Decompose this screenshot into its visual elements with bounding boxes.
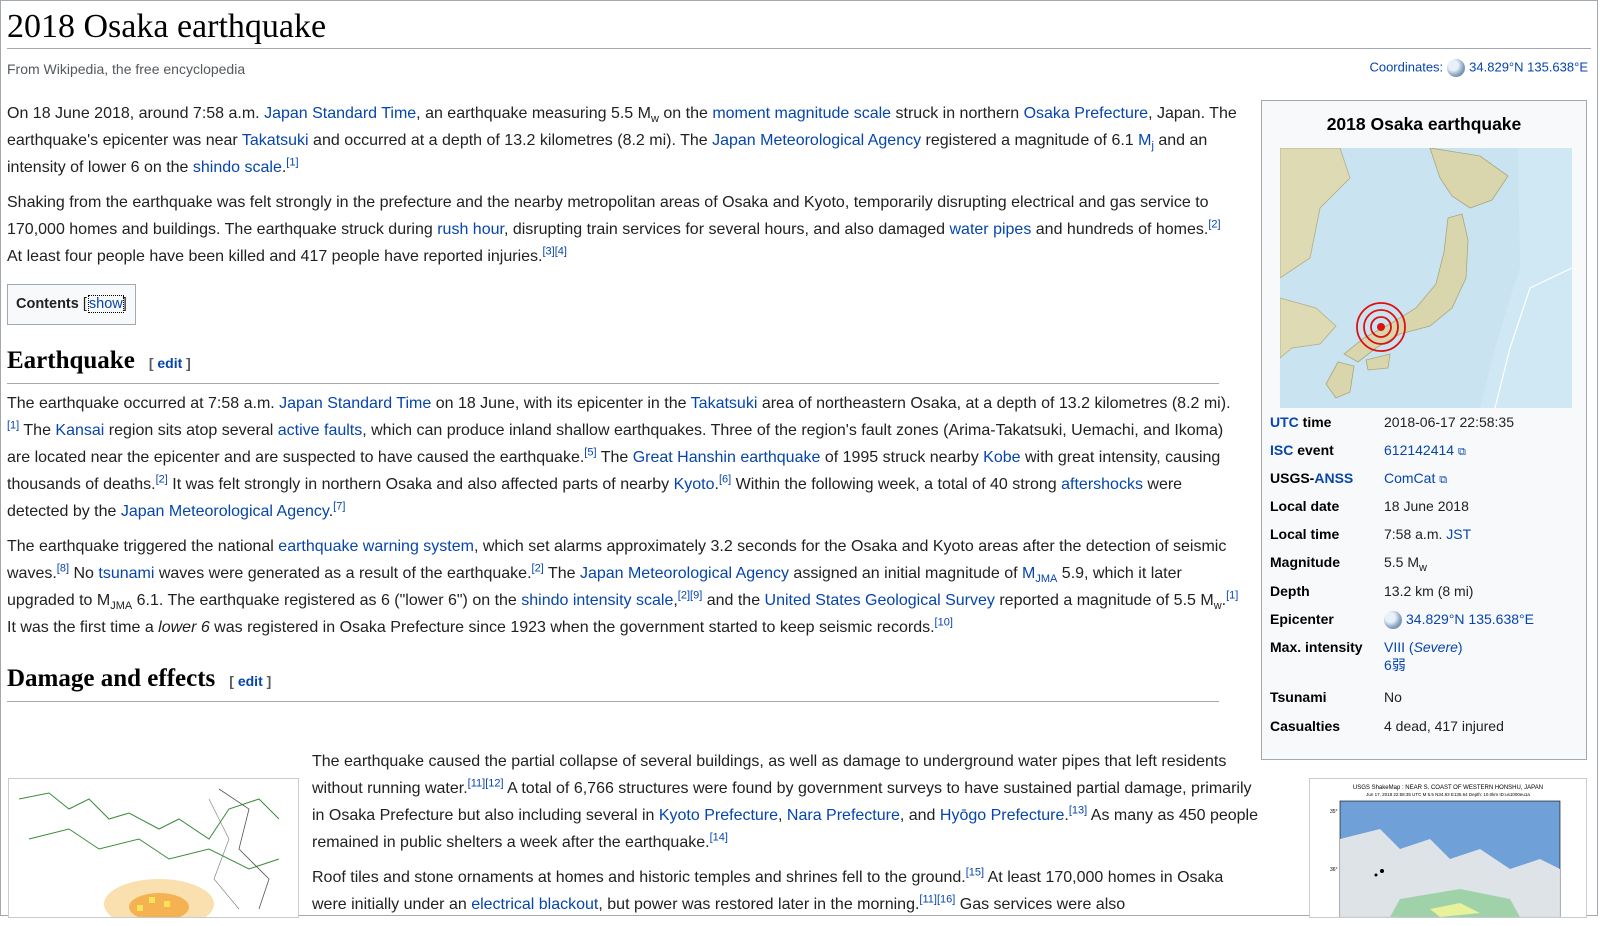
- link-rush-hour[interactable]: rush hour: [437, 221, 504, 238]
- ref-link[interactable]: [1]: [1226, 590, 1238, 602]
- section-edit-link: [ edit ]: [148, 355, 191, 371]
- link-shindo-scale[interactable]: shindo scale: [193, 159, 282, 176]
- shakemap-thumbnail[interactable]: USGS ShakeMap : NEAR S. COAST OF WESTERN…: [1309, 778, 1587, 918]
- ref-link[interactable]: [16]: [937, 894, 955, 906]
- link-shindo-intensity-scale[interactable]: shindo intensity scale: [521, 592, 673, 609]
- anss-link[interactable]: ANSS: [1314, 470, 1353, 486]
- shakemap-lat-label: 35°: [1330, 809, 1338, 815]
- isc-link[interactable]: ISC: [1270, 442, 1293, 458]
- shindo-link[interactable]: 6弱: [1384, 657, 1406, 673]
- link-osaka-prefecture[interactable]: Osaka Prefecture: [1024, 105, 1149, 122]
- ref-link[interactable]: [2]: [156, 474, 168, 486]
- section-edit-link: [ edit ]: [229, 673, 272, 689]
- coordinates-link[interactable]: 34.829°N 135.638°E: [1469, 59, 1588, 74]
- section-heading-damage: Damage and effects[ edit ]: [7, 663, 1219, 702]
- isc-event-link[interactable]: 612142414: [1384, 442, 1454, 458]
- intensity-map-image: [9, 779, 298, 926]
- globe-icon[interactable]: [1384, 611, 1402, 630]
- utc-link[interactable]: UTC: [1270, 414, 1299, 430]
- table-of-contents: Contents [show]: [7, 284, 136, 325]
- ref-link[interactable]: [2]: [678, 590, 690, 602]
- ref-link[interactable]: [14]: [710, 832, 728, 844]
- link-usgs[interactable]: United States Geological Survey: [765, 592, 995, 609]
- shakemap-header: USGS ShakeMap : NEAR S. COAST OF WESTERN…: [1353, 785, 1543, 791]
- coordinates: Coordinates: 34.829°N 135.638°E: [1369, 59, 1588, 77]
- ref-link[interactable]: [12]: [485, 778, 503, 790]
- infobox-title: 2018 Osaka earthquake: [1326, 114, 1522, 134]
- link-kansai[interactable]: Kansai: [55, 422, 104, 439]
- link-water-pipes[interactable]: water pipes: [950, 221, 1032, 238]
- shakemap-image: USGS ShakeMap : NEAR S. COAST OF WESTERN…: [1310, 779, 1586, 918]
- toc-show-toggle[interactable]: show: [87, 295, 124, 313]
- link-kobe[interactable]: Kobe: [983, 449, 1020, 466]
- earthquake-paragraph-1: The earthquake occurred at 7:58 a.m. Jap…: [7, 395, 1231, 520]
- damage-text: The earthquake caused the partial collap…: [312, 748, 1262, 926]
- intro-paragraph-2: Shaking from the earthquake was felt str…: [7, 194, 1221, 265]
- ref-link[interactable]: [5]: [584, 447, 596, 459]
- damage-paragraph-1: The earthquake caused the partial collap…: [312, 753, 1258, 851]
- section-heading-earthquake: Earthquake[ edit ]: [7, 345, 1219, 384]
- ref-link[interactable]: [11]: [468, 778, 486, 790]
- ref-link[interactable]: [6]: [719, 474, 731, 486]
- ref-link[interactable]: [13]: [1069, 805, 1087, 817]
- link-moment-magnitude-scale[interactable]: moment magnitude scale: [712, 105, 891, 122]
- link-japan-standard-time[interactable]: Japan Standard Time: [264, 105, 416, 122]
- edit-damage-link[interactable]: edit: [238, 673, 263, 689]
- jst-link[interactable]: JST: [1446, 526, 1471, 542]
- tagline: From Wikipedia, the free encyclopedia: [7, 61, 246, 77]
- link-kyoto[interactable]: Kyoto: [674, 476, 715, 493]
- globe-icon[interactable]: [1447, 59, 1466, 77]
- ref-link[interactable]: [10]: [935, 617, 953, 629]
- coordinates-label[interactable]: Coordinates:: [1369, 59, 1443, 74]
- intensity-map-thumbnail[interactable]: [8, 778, 299, 926]
- toc-title: Contents: [16, 296, 79, 312]
- japan-location-map[interactable]: [1280, 148, 1572, 408]
- link-active-faults[interactable]: active faults: [278, 422, 362, 439]
- title-divider: [7, 48, 1591, 49]
- link-great-hanshin-earthquake[interactable]: Great Hanshin earthquake: [633, 449, 821, 466]
- ref-link[interactable]: [1]: [286, 157, 298, 169]
- link-takatsuki-2[interactable]: Takatsuki: [691, 395, 758, 412]
- external-link-icon: ⧉: [1457, 446, 1466, 458]
- comcat-link[interactable]: ComCat: [1384, 470, 1435, 486]
- ref-link[interactable]: [9]: [690, 590, 702, 602]
- shakemap-lat-label: 36°: [1330, 867, 1338, 873]
- link-kyoto-prefecture[interactable]: Kyoto Prefecture: [659, 807, 778, 824]
- damage-paragraph-2: Roof tiles and stone ornaments at homes …: [312, 866, 1224, 913]
- intro-paragraph-1: On 18 June 2018, around 7:58 a.m. Japan …: [7, 105, 1237, 176]
- link-jma[interactable]: Japan Meteorological Agency: [712, 132, 921, 149]
- article-body: On 18 June 2018, around 7:58 a.m. Japan …: [7, 100, 1239, 702]
- link-electrical-blackout[interactable]: electrical blackout: [471, 896, 598, 913]
- link-aftershocks[interactable]: aftershocks: [1061, 476, 1143, 493]
- link-earthquake-warning-system[interactable]: earthquake warning system: [278, 538, 474, 555]
- ref-link[interactable]: [15]: [966, 867, 984, 879]
- ref-link[interactable]: [8]: [57, 563, 69, 575]
- link-jma-2[interactable]: Japan Meteorological Agency: [121, 503, 329, 520]
- link-hyogo-prefecture[interactable]: Hyōgo Prefecture: [940, 807, 1065, 824]
- ref-link[interactable]: [2]: [1208, 219, 1220, 231]
- mercalli-link[interactable]: VIII (Severe): [1384, 639, 1463, 655]
- link-takatsuki[interactable]: Takatsuki: [242, 132, 309, 149]
- ref-link[interactable]: [1]: [7, 420, 19, 432]
- earthquake-paragraph-2: The earthquake triggered the national ea…: [7, 538, 1239, 636]
- link-nara-prefecture[interactable]: Nara Prefecture: [787, 807, 900, 824]
- ref-link[interactable]: [4]: [555, 246, 567, 258]
- edit-earthquake-link[interactable]: edit: [157, 355, 182, 371]
- external-link-icon: ⧉: [1439, 474, 1448, 486]
- link-mj[interactable]: Mj: [1138, 132, 1154, 152]
- infobox: 2018 Osaka earthquake UTC time 2018-06-17…: [1261, 100, 1587, 760]
- page-title: 2018 Osaka earthquake: [7, 8, 327, 45]
- ref-link[interactable]: [2]: [532, 563, 544, 575]
- link-jma-3[interactable]: Japan Meteorological Agency: [580, 565, 789, 582]
- link-tsunami[interactable]: tsunami: [98, 565, 154, 582]
- link-mjma[interactable]: MJMA: [1022, 565, 1057, 585]
- ref-link[interactable]: [11]: [919, 894, 937, 906]
- shakemap-subheader: Jun 17, 2018 22:58:35 UTC M 5.5 N34.83 E…: [1366, 792, 1530, 797]
- ref-link[interactable]: [3]: [542, 246, 554, 258]
- link-japan-standard-time-2[interactable]: Japan Standard Time: [279, 395, 431, 412]
- epicenter-link[interactable]: 34.829°N 135.638°E: [1406, 611, 1534, 627]
- ref-link[interactable]: [7]: [333, 501, 345, 513]
